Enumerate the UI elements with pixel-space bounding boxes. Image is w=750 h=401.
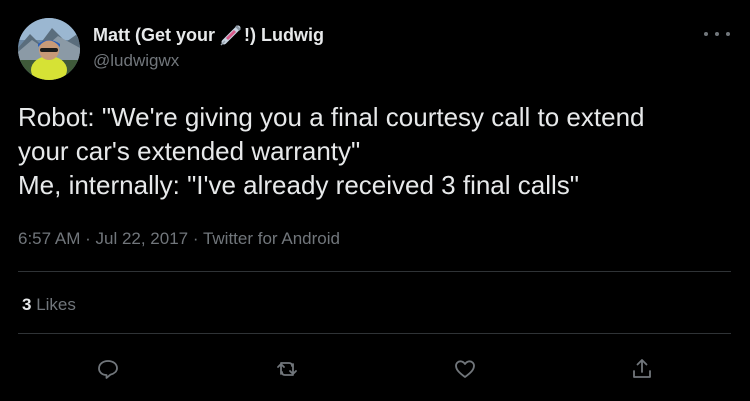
likes-number: 3 — [22, 295, 32, 314]
reply-icon — [98, 360, 118, 379]
share-icon — [633, 359, 651, 378]
author-name-text: Matt (Get your — [93, 24, 216, 45]
share-button[interactable] — [627, 354, 657, 384]
tweet-text: Robot: "We're giving you a final courtes… — [18, 100, 733, 202]
more-icon[interactable] — [704, 27, 730, 41]
tweet-meta: 6:57 AM · Jul 22, 2017 · Twitter for And… — [18, 229, 340, 249]
retweet-icon — [277, 362, 297, 376]
action-bar — [0, 354, 750, 384]
tweet-date[interactable]: Jul 22, 2017 — [96, 229, 189, 248]
likes-count[interactable]: 3 Likes — [22, 295, 76, 315]
tweet-text-line: Robot: "We're giving you a final courtes… — [18, 102, 645, 132]
author-name-suffix: !) Ludwig — [244, 24, 324, 45]
retweet-button[interactable] — [272, 354, 302, 384]
like-button[interactable] — [450, 354, 480, 384]
tweet-text-line: Me, internally: "I've already received 3… — [18, 170, 580, 200]
author-name[interactable]: Matt (Get your !) Ludwig — [93, 24, 324, 46]
likes-label: Likes — [36, 295, 76, 314]
syringe-icon — [220, 24, 242, 46]
reply-button[interactable] — [93, 354, 123, 384]
divider — [18, 333, 731, 334]
avatar-photo — [18, 18, 80, 80]
tweet-source[interactable]: Twitter for Android — [203, 229, 340, 248]
meta-separator: · — [192, 229, 203, 248]
heart-icon — [455, 360, 475, 378]
meta-separator: · — [85, 229, 96, 248]
author-handle[interactable]: @ludwigwx — [93, 51, 179, 71]
tweet-time[interactable]: 6:57 AM — [18, 229, 80, 248]
divider — [18, 271, 731, 272]
tweet-text-line: your car's extended warranty" — [18, 136, 361, 166]
avatar[interactable] — [18, 18, 80, 80]
